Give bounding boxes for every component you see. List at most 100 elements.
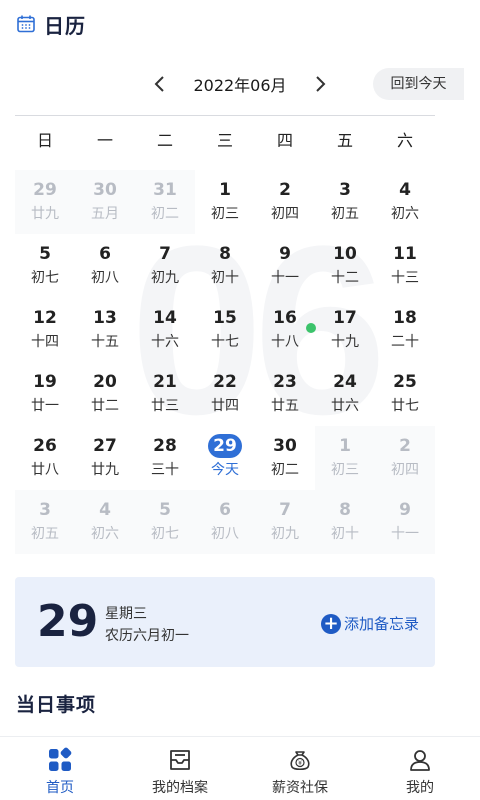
day-cell[interactable]: 4 初六 (375, 170, 435, 234)
lunar-date: 初十 (331, 526, 359, 542)
lunar-date: 初五 (31, 526, 59, 542)
lunar-date: 初四 (271, 206, 299, 222)
day-cell[interactable]: 7 初九 (255, 490, 315, 554)
day-number: 29 (33, 180, 57, 200)
day-cell[interactable]: 17 十九 (315, 298, 375, 362)
lunar-date: 十七 (211, 334, 239, 350)
lunar-date: 初三 (331, 462, 359, 478)
day-cell-today[interactable]: 29 今天 (195, 426, 255, 490)
day-cell[interactable]: 5 初七 (135, 490, 195, 554)
tab-my-archive[interactable]: 我的档案 (120, 737, 240, 800)
day-number: 3 (339, 180, 351, 200)
tab-label: 薪资社保 (272, 780, 328, 796)
day-cell[interactable]: 14 十六 (135, 298, 195, 362)
chevron-right-icon[interactable] (308, 72, 332, 96)
lunar-date: 初三 (211, 206, 239, 222)
day-number: 8 (219, 244, 231, 264)
day-cell[interactable]: 8 初十 (315, 490, 375, 554)
day-cell[interactable]: 25 廿七 (375, 362, 435, 426)
day-number: 1 (339, 436, 351, 456)
day-number: 22 (213, 372, 237, 392)
current-month-label: 2022年06月 (193, 76, 287, 95)
month-navigator: 2022年06月 回到今天 (16, 66, 464, 102)
page-title: 日历 (44, 13, 86, 38)
back-to-today-button[interactable]: 回到今天 (373, 68, 464, 100)
day-number: 8 (339, 500, 351, 520)
lunar-date: 初六 (91, 526, 119, 542)
tab-label: 首页 (46, 780, 74, 796)
day-cell[interactable]: 27 廿九 (75, 426, 135, 490)
day-cell[interactable]: 24 廿六 (315, 362, 375, 426)
day-number: 13 (93, 308, 117, 328)
lunar-date: 廿四 (211, 398, 239, 414)
day-number: 1 (219, 180, 231, 200)
day-cell[interactable]: 6 初八 (75, 234, 135, 298)
day-number: 7 (159, 244, 171, 264)
day-cell[interactable]: 7 初九 (135, 234, 195, 298)
day-cell[interactable]: 11 十三 (375, 234, 435, 298)
day-cell[interactable]: 19 廿一 (15, 362, 75, 426)
lunar-date: 初十 (211, 270, 239, 286)
home-grid-icon (49, 747, 72, 771)
tab-salary-insurance[interactable]: ¥ 薪资社保 (240, 737, 360, 800)
day-cell[interactable]: 21 廿三 (135, 362, 195, 426)
weekday-label: 三 (216, 131, 233, 150)
day-number: 21 (153, 372, 177, 392)
day-cell[interactable]: 30 初二 (255, 426, 315, 490)
day-cell[interactable]: 3 初五 (15, 490, 75, 554)
selected-day-number: 29 (37, 596, 99, 647)
day-cell[interactable]: 9 十一 (375, 490, 435, 554)
day-cell[interactable]: 16 十八 (255, 298, 316, 362)
day-cell[interactable]: 9 十一 (255, 234, 315, 298)
lunar-date: 廿九 (31, 206, 59, 222)
tab-home[interactable]: 首页 (0, 737, 120, 800)
day-cell[interactable]: 8 初十 (195, 234, 255, 298)
day-number: 25 (393, 372, 417, 392)
lunar-date: 十九 (331, 334, 359, 350)
tab-label: 我的档案 (152, 780, 208, 796)
tab-mine[interactable]: 我的 (360, 737, 480, 800)
day-cell[interactable]: 13 十五 (75, 298, 135, 362)
day-number: 12 (33, 308, 57, 328)
chevron-left-icon[interactable] (148, 72, 172, 96)
lunar-date: 今天 (211, 462, 239, 478)
day-number: 5 (159, 500, 171, 520)
lunar-date: 十八 (271, 334, 299, 350)
weekday-label: 二 (156, 131, 173, 150)
day-number: 23 (273, 372, 297, 392)
day-cell[interactable]: 22 廿四 (195, 362, 255, 426)
day-number: 31 (153, 180, 177, 200)
add-memo-label: 添加备忘录 (344, 615, 420, 633)
day-cell[interactable]: 30 五月 (75, 170, 135, 234)
lunar-date: 十二 (331, 270, 359, 286)
day-cell[interactable]: 23 廿五 (255, 362, 315, 426)
day-cell[interactable]: 2 初四 (255, 170, 315, 234)
lunar-date: 二十 (391, 334, 419, 350)
day-cell[interactable]: 28 三十 (135, 426, 195, 490)
lunar-date: 初八 (211, 526, 239, 542)
day-number: 10 (333, 244, 357, 264)
weekday-label: 五 (336, 131, 353, 150)
day-cell[interactable]: 2 初四 (375, 426, 435, 490)
day-cell[interactable]: 18 二十 (375, 298, 435, 362)
day-cell[interactable]: 31 初二 (135, 170, 195, 234)
day-cell[interactable]: 26 廿八 (15, 426, 75, 490)
day-number: 3 (39, 500, 51, 520)
day-cell[interactable]: 15 十七 (195, 298, 255, 362)
day-cell[interactable]: 10 十二 (315, 234, 375, 298)
day-cell[interactable]: 5 初七 (15, 234, 75, 298)
day-number: 2 (279, 180, 291, 200)
lunar-date: 廿七 (391, 398, 419, 414)
day-cell[interactable]: 3 初五 (315, 170, 375, 234)
lunar-date: 五月 (91, 206, 119, 222)
money-bag-icon: ¥ (290, 751, 310, 771)
day-cell[interactable]: 4 初六 (75, 490, 135, 554)
day-cell[interactable]: 29 廿九 (15, 170, 75, 234)
day-cell[interactable]: 6 初八 (195, 490, 255, 554)
add-memo-button[interactable]: + 添加备忘录 (321, 613, 419, 634)
day-cell[interactable]: 1 初三 (315, 426, 375, 490)
day-cell[interactable]: 1 初三 (195, 170, 255, 234)
lunar-date: 初四 (391, 462, 419, 478)
day-cell[interactable]: 12 十四 (15, 298, 75, 362)
day-cell[interactable]: 20 廿二 (75, 362, 135, 426)
